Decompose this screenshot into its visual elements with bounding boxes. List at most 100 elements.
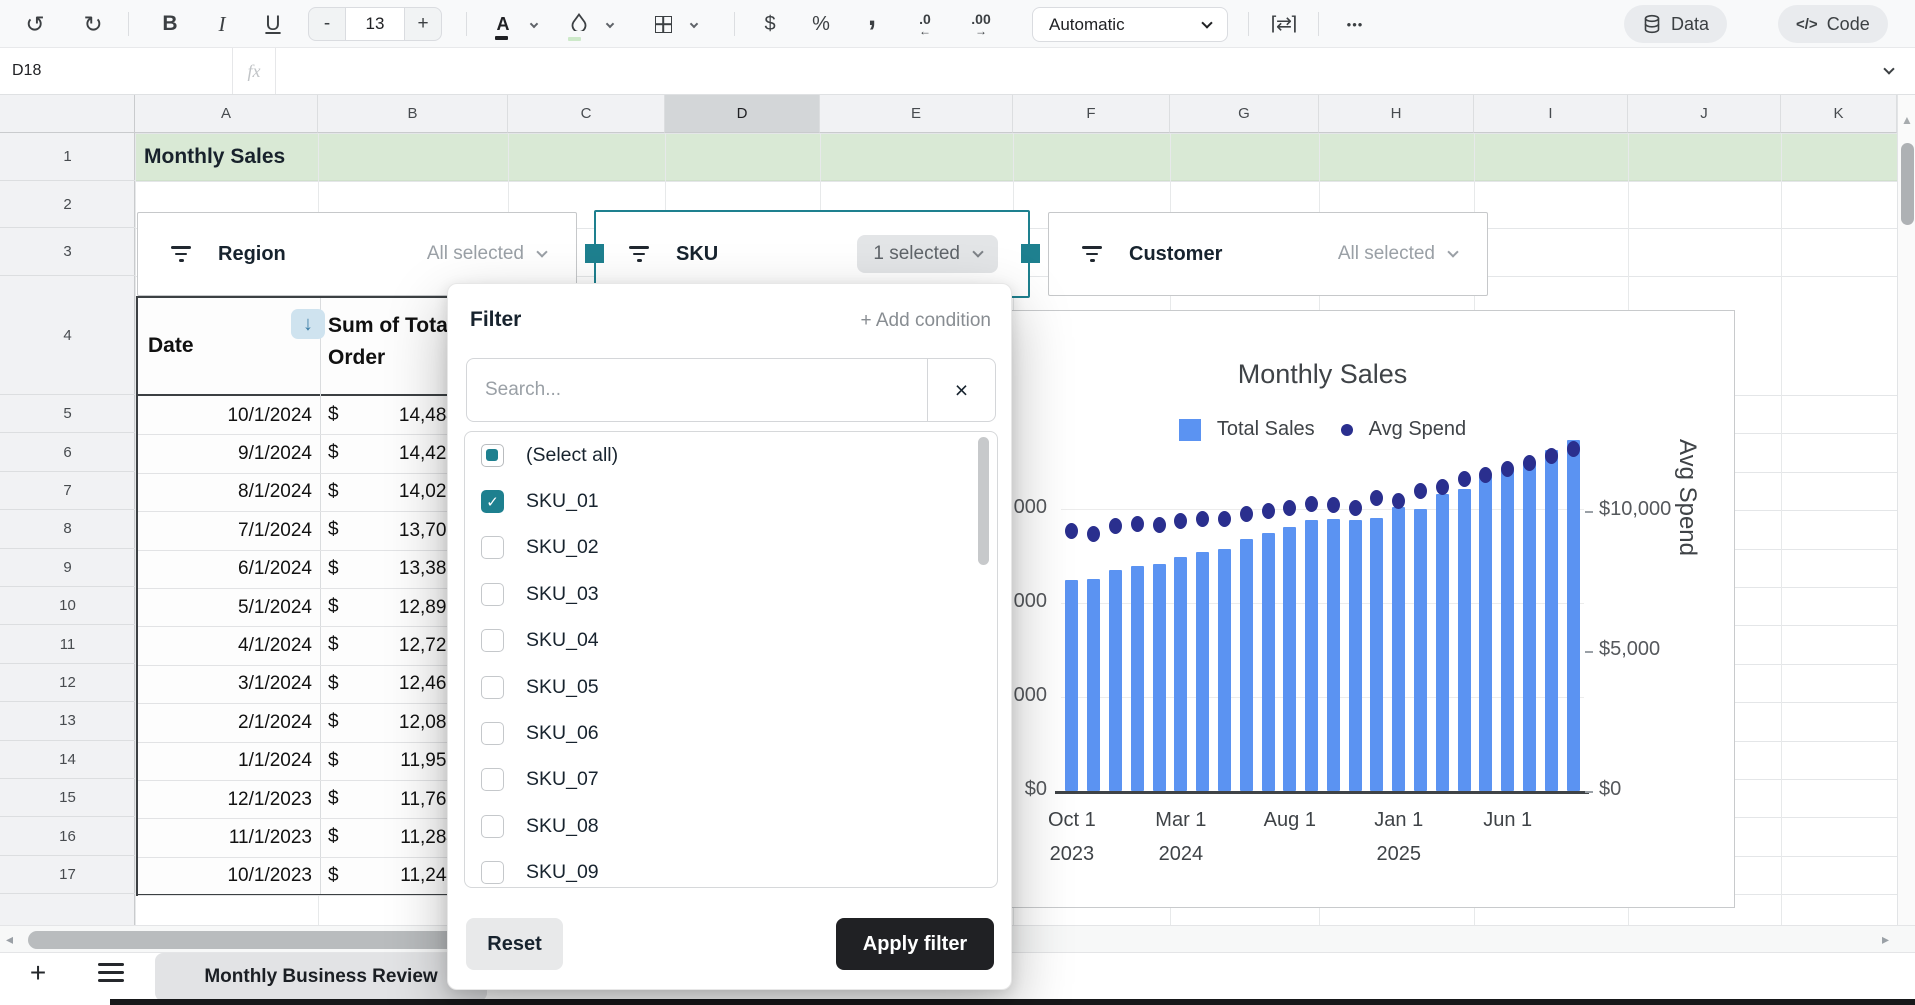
increase-decimal-button[interactable]: .00→	[957, 6, 1005, 42]
amount-cell[interactable]: 14,027	[328, 474, 457, 511]
italic-button[interactable]: I	[204, 6, 240, 42]
row-header-4[interactable]: 4	[0, 276, 135, 395]
row-header-11[interactable]: 11	[0, 625, 135, 663]
filter-option-sku_04[interactable]: SKU_04	[465, 618, 997, 664]
undo-icon[interactable]: ↺	[17, 6, 53, 42]
checkbox-checked[interactable]: ✓	[481, 490, 504, 513]
chip-value-dropdown[interactable]: 1 selected	[857, 235, 998, 273]
column-header-A[interactable]: A	[135, 95, 318, 133]
amount-cell[interactable]: 14,425	[328, 435, 457, 472]
number-format-select[interactable]: Automatic	[1032, 7, 1228, 42]
percent-format-button[interactable]: %	[801, 6, 841, 42]
filter-option-sku_05[interactable]: SKU_05	[465, 664, 997, 710]
filter-option-sku_03[interactable]: SKU_03	[465, 571, 997, 617]
date-cell[interactable]: 9/1/2024	[138, 435, 312, 472]
cell-reference-box[interactable]: D18	[12, 48, 41, 94]
popup-scroll-thumb[interactable]	[978, 437, 989, 565]
column-header-H[interactable]: H	[1319, 95, 1474, 133]
date-cell[interactable]: 10/1/2024	[138, 397, 312, 434]
date-cell[interactable]: 10/1/2023	[138, 858, 312, 895]
vertical-scroll-thumb[interactable]	[1901, 143, 1914, 225]
row-header-17[interactable]: 17	[0, 856, 135, 894]
checkbox-unchecked[interactable]	[481, 768, 504, 791]
row-header-6[interactable]: 6	[0, 433, 135, 471]
column-header-C[interactable]: C	[508, 95, 665, 133]
date-column-header[interactable]: Date	[148, 334, 194, 358]
amount-cell[interactable]: 14,484	[328, 397, 457, 434]
row-header-12[interactable]: 12	[0, 664, 135, 702]
filter-option-sku_08[interactable]: SKU_08	[465, 803, 997, 849]
more-options-button[interactable]: •••	[1334, 6, 1376, 42]
date-cell[interactable]: 4/1/2024	[138, 627, 312, 664]
checkbox-unchecked[interactable]	[481, 815, 504, 838]
chip-value-dropdown[interactable]: All selected	[427, 243, 546, 265]
checkbox-unchecked[interactable]	[481, 583, 504, 606]
search-input[interactable]	[467, 379, 927, 401]
swap-references-button[interactable]: ⌈⇄⌉	[1262, 6, 1304, 42]
checkbox-unchecked[interactable]	[481, 629, 504, 652]
selection-handle-left[interactable]	[585, 244, 604, 263]
row-header-15[interactable]: 15	[0, 779, 135, 817]
row-header-9[interactable]: 9	[0, 549, 135, 587]
borders-dropdown[interactable]	[684, 6, 704, 42]
decrease-decimal-button[interactable]: .0←	[903, 6, 947, 42]
row-header-1[interactable]: 1	[0, 133, 135, 181]
amount-cell[interactable]: 11,767	[328, 781, 457, 818]
amount-cell[interactable]: 12,469	[328, 666, 457, 703]
row-header-7[interactable]: 7	[0, 472, 135, 510]
amount-cell[interactable]: 13,387	[328, 551, 457, 588]
amount-cell[interactable]: 11,959	[328, 743, 457, 780]
code-panel-button[interactable]: </> Code	[1778, 5, 1888, 43]
scroll-left-arrow-icon[interactable]: ◂	[6, 931, 13, 948]
column-header-B[interactable]: B	[318, 95, 508, 133]
filter-option-sku_01[interactable]: ✓SKU_01	[465, 478, 997, 524]
underline-button[interactable]: U	[255, 6, 291, 42]
filter-option-sku_06[interactable]: SKU_06	[465, 710, 997, 756]
redo-icon[interactable]: ↻	[75, 6, 111, 42]
checkbox-unchecked[interactable]	[481, 676, 504, 699]
title-row-cell[interactable]: Monthly Sales	[135, 133, 1897, 181]
sort-descending-icon[interactable]: ↓	[291, 309, 325, 339]
amount-cell[interactable]: 11,244	[328, 858, 457, 895]
amount-cell[interactable]: 12,720	[328, 627, 457, 664]
data-panel-button[interactable]: Data	[1624, 5, 1727, 43]
select-all-corner[interactable]	[0, 95, 135, 133]
filter-option--select-all-[interactable]: (Select all)	[465, 432, 997, 478]
checkbox-unchecked[interactable]	[481, 861, 504, 884]
column-header-F[interactable]: F	[1013, 95, 1170, 133]
amount-cell[interactable]: 12,087	[328, 704, 457, 741]
comma-format-button[interactable]: ,	[852, 6, 892, 42]
font-size-decrease-button[interactable]: -	[309, 8, 345, 40]
date-cell[interactable]: 5/1/2024	[138, 589, 312, 626]
filter-option-sku_07[interactable]: SKU_07	[465, 757, 997, 803]
currency-format-button[interactable]: $	[750, 6, 790, 42]
row-header-3[interactable]: 3	[0, 228, 135, 276]
column-header-J[interactable]: J	[1628, 95, 1781, 133]
date-cell[interactable]: 3/1/2024	[138, 666, 312, 703]
row-header-16[interactable]: 16	[0, 817, 135, 855]
customer-filter-chip[interactable]: Customer All selected	[1048, 212, 1488, 296]
row-header-5[interactable]: 5	[0, 395, 135, 433]
row-header-10[interactable]: 10	[0, 587, 135, 625]
sheet-list-menu-icon[interactable]	[98, 963, 124, 983]
tab-monthly-business-review[interactable]: Monthly Business Review	[155, 953, 487, 1001]
date-cell[interactable]: 6/1/2024	[138, 551, 312, 588]
amount-cell[interactable]: 12,895	[328, 589, 457, 626]
borders-button[interactable]	[646, 6, 680, 42]
reset-button[interactable]: Reset	[466, 918, 563, 970]
vertical-scrollbar[interactable]: ▲	[1897, 95, 1915, 925]
date-cell[interactable]: 2/1/2024	[138, 704, 312, 741]
checkbox-unchecked[interactable]	[481, 536, 504, 559]
font-size-increase-button[interactable]: +	[405, 8, 441, 40]
fill-color-button[interactable]	[562, 6, 596, 42]
chip-value-dropdown[interactable]: All selected	[1338, 243, 1457, 265]
text-color-button[interactable]: A	[486, 6, 520, 42]
scroll-right-arrow-icon[interactable]: ▸	[1882, 931, 1889, 948]
add-sheet-button[interactable]: +	[20, 955, 56, 991]
add-condition-button[interactable]: + Add condition	[861, 310, 991, 332]
amount-cell[interactable]: 11,284	[328, 819, 457, 856]
formula-bar-expand-chevron[interactable]	[1883, 63, 1894, 74]
column-header-E[interactable]: E	[820, 95, 1013, 133]
filter-option-sku_02[interactable]: SKU_02	[465, 525, 997, 571]
row-header-13[interactable]: 13	[0, 702, 135, 740]
